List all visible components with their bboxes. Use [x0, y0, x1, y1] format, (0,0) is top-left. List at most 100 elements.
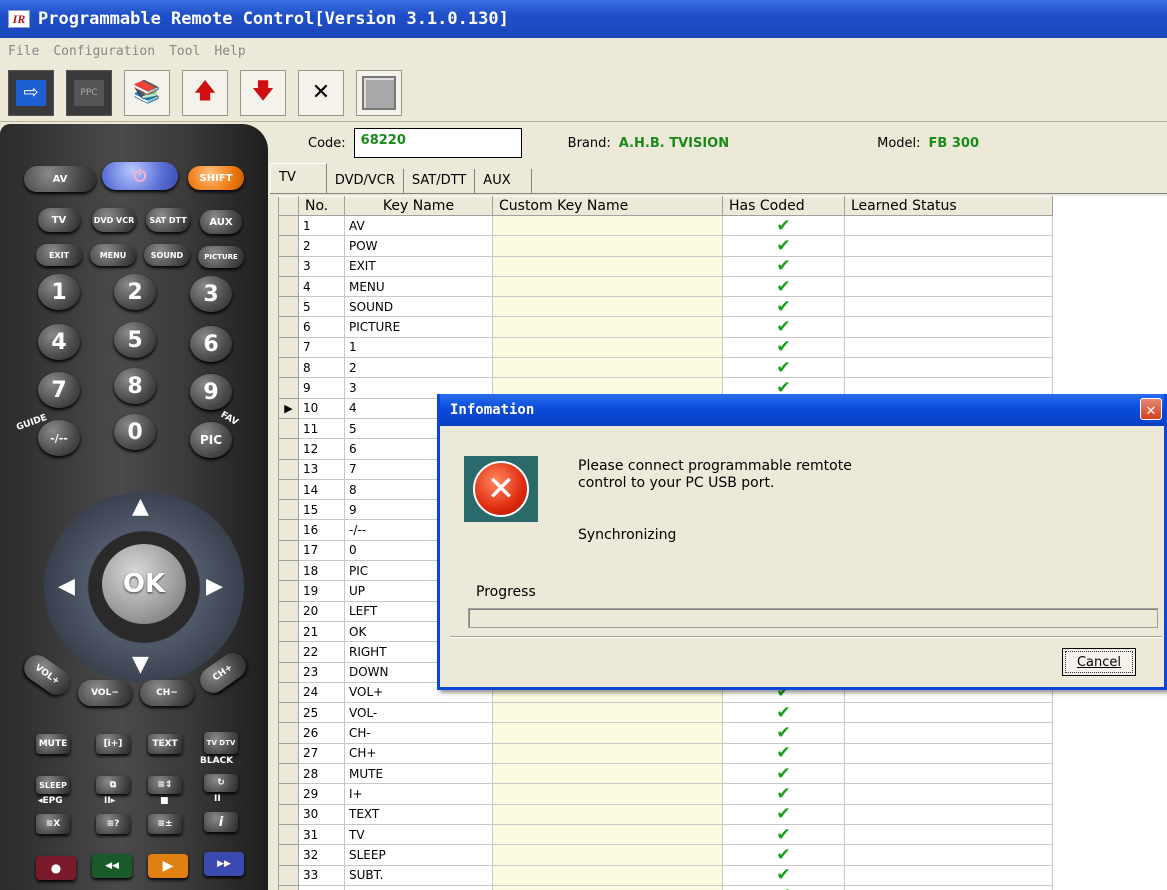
row-selector[interactable] — [278, 884, 299, 890]
row-selector[interactable] — [278, 620, 299, 643]
table-row[interactable]: 3 EXIT ✔ — [278, 255, 1062, 277]
tab-aux[interactable]: AUX — [475, 169, 532, 193]
cell-custom-key-name[interactable] — [492, 296, 723, 318]
cell-custom-key-name[interactable] — [492, 823, 723, 846]
table-row[interactable]: 25 VOL- ✔ — [278, 702, 1062, 724]
row-selector[interactable] — [278, 478, 299, 501]
remote-menu-button[interactable]: MENU — [90, 244, 136, 266]
column-header-no[interactable]: No. — [298, 196, 345, 216]
remote-info-plus-button[interactable]: [i+] — [96, 734, 130, 754]
row-selector[interactable] — [278, 336, 299, 359]
remote-num-3[interactable]: 3 — [190, 276, 232, 312]
remote-ch-minus-button[interactable]: CH− — [140, 680, 194, 706]
table-row[interactable]: 29 I+ ✔ — [278, 783, 1062, 805]
row-selector[interactable] — [278, 438, 299, 460]
row-selector[interactable] — [278, 742, 299, 765]
remote-dvd-button[interactable]: DVD VCR — [92, 208, 136, 232]
remote-text-button[interactable]: TEXT — [148, 734, 182, 754]
table-row[interactable]: 1 AV ✔ — [278, 214, 1062, 237]
row-selector[interactable] — [278, 214, 299, 237]
row-selector[interactable] — [278, 763, 299, 785]
remote-sat-button[interactable]: SAT DTT — [146, 208, 190, 232]
cell-custom-key-name[interactable] — [492, 275, 723, 298]
table-row[interactable]: 2 POW ✔ — [278, 235, 1062, 257]
table-row[interactable]: 31 TV ✔ — [278, 823, 1062, 846]
remote-num-8[interactable]: 8 — [114, 368, 156, 404]
cell-custom-key-name[interactable] — [492, 357, 723, 379]
menu-file[interactable]: File — [8, 44, 39, 59]
column-header-custom-key-name[interactable]: Custom Key Name — [492, 196, 723, 216]
table-row[interactable]: 4 MENU ✔ — [278, 275, 1062, 298]
remote-text-reveal-icon[interactable]: ≡? — [96, 814, 130, 834]
menu-tool[interactable]: Tool — [169, 44, 200, 59]
table-row[interactable]: 28 MUTE ✔ — [278, 763, 1062, 785]
remote-fast-forward-icon[interactable]: ▶▶ — [204, 852, 244, 876]
library-button[interactable]: 📚 — [124, 69, 170, 116]
remote-play-icon[interactable]: ▶ — [148, 854, 188, 878]
remote-num-6[interactable]: 6 — [190, 326, 232, 362]
remote-subtitle-icon[interactable]: ⧉ — [96, 776, 130, 794]
table-row[interactable]: 7 1 ✔ — [278, 336, 1062, 359]
table-row[interactable]: 8 2 ✔ — [278, 357, 1062, 379]
window-title-bar[interactable]: IR Programmable Remote Control[Version 3… — [0, 0, 1167, 38]
remote-num-4[interactable]: 4 — [38, 324, 80, 360]
row-selector[interactable] — [278, 275, 299, 298]
table-row[interactable]: 33 SUBT. ✔ — [278, 864, 1062, 886]
remote-num-5[interactable]: 5 — [114, 322, 156, 358]
remote-info-icon[interactable]: i — [204, 812, 238, 832]
row-selector[interactable] — [278, 357, 299, 379]
tab-tv[interactable]: TV — [270, 163, 327, 193]
remote-exit-button[interactable]: EXIT — [36, 244, 82, 266]
menu-configuration[interactable]: Configuration — [53, 44, 155, 59]
remote-vol-plus-button[interactable]: VOL+ — [19, 650, 75, 700]
remote-sleep-button[interactable]: SLEEP — [36, 776, 70, 794]
cell-custom-key-name[interactable] — [492, 844, 723, 866]
move-down-button[interactable]: 🡇 — [240, 69, 286, 116]
move-up-button[interactable]: 🡅 — [182, 69, 228, 116]
row-selector[interactable] — [278, 316, 299, 338]
remote-aux-button[interactable]: AUX — [200, 210, 242, 234]
cell-custom-key-name[interactable] — [492, 235, 723, 257]
column-header-key-name[interactable]: Key Name — [344, 196, 493, 216]
row-selector[interactable] — [278, 580, 299, 602]
cell-custom-key-name[interactable] — [492, 864, 723, 886]
remote-mute-button[interactable]: MUTE — [36, 734, 70, 754]
row-selector[interactable] — [278, 823, 299, 846]
table-row[interactable]: 34EXPAND ✔ — [278, 884, 1062, 890]
cell-custom-key-name[interactable] — [492, 763, 723, 785]
cell-custom-key-name[interactable] — [492, 702, 723, 724]
code-input[interactable]: 68220 — [353, 128, 522, 158]
remote-digits-button[interactable]: -/-- — [38, 420, 80, 456]
remote-num-9[interactable]: 9 — [190, 374, 232, 410]
row-selector[interactable] — [278, 519, 299, 541]
row-selector[interactable] — [278, 661, 299, 683]
cell-custom-key-name[interactable] — [492, 783, 723, 805]
row-selector[interactable] — [278, 702, 299, 724]
cell-custom-key-name[interactable] — [492, 803, 723, 825]
cancel-button[interactable]: Cancel — [1062, 648, 1136, 676]
remote-power-icon[interactable]: ⏻ — [102, 162, 178, 190]
row-selector[interactable]: ▶ — [278, 397, 299, 419]
remote-vol-minus-button[interactable]: VOL− — [78, 680, 132, 706]
remote-refresh-icon[interactable]: ↻ — [204, 774, 238, 792]
dialog-title-bar[interactable]: Infomation ✕ — [440, 394, 1164, 426]
cell-custom-key-name[interactable] — [492, 316, 723, 338]
row-selector[interactable] — [278, 499, 299, 521]
cell-custom-key-name[interactable] — [492, 884, 723, 890]
cell-custom-key-name[interactable] — [492, 722, 723, 744]
remote-rewind-icon[interactable]: ◀◀ — [92, 854, 132, 878]
row-selector[interactable] — [278, 783, 299, 805]
column-header-has-coded[interactable]: Has Coded — [722, 196, 845, 216]
remote-picture-button[interactable]: PICTURE — [198, 246, 244, 268]
remote-num-7[interactable]: 7 — [38, 372, 80, 408]
tab-sat-dtt[interactable]: SAT/DTT — [403, 169, 476, 193]
cell-custom-key-name[interactable] — [492, 336, 723, 359]
row-selector[interactable] — [278, 377, 299, 399]
menu-help[interactable]: Help — [214, 44, 245, 59]
remote-sound-button[interactable]: SOUND — [144, 244, 190, 266]
tab-dvd-vcr[interactable]: DVD/VCR — [326, 169, 404, 193]
remote-record-icon[interactable]: ● — [36, 856, 76, 880]
remote-expand-icon[interactable]: ≡⇕ — [148, 776, 182, 794]
delete-button[interactable]: ✕ — [298, 69, 344, 116]
row-selector[interactable] — [278, 864, 299, 886]
